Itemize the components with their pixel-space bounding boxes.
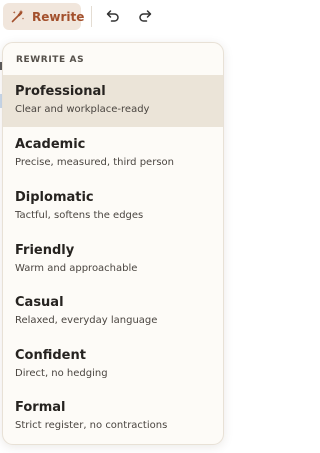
option-casual[interactable]: Casual Relaxed, everyday language [3,286,223,338]
option-academic[interactable]: Academic Precise, measured, third person [3,128,223,180]
option-description: Warm and approachable [15,263,138,274]
toolbar-divider [91,6,92,27]
option-description: Strict register, no contractions [15,420,168,431]
option-title: Formal [15,400,66,415]
redo-icon[interactable] [137,8,153,24]
option-confident[interactable]: Confident Direct, no hedging [3,339,223,391]
option-description: Precise, measured, third person [15,157,174,168]
dropdown-header: REWRITE AS [16,55,85,65]
magic-wand-icon [10,9,25,24]
option-title: Confident [15,348,86,363]
option-title: Diplomatic [15,190,94,205]
option-title: Professional [15,84,106,99]
undo-icon[interactable] [105,8,121,24]
rewrite-button-label: Rewrite [32,9,85,24]
option-description: Relaxed, everyday language [15,315,158,326]
option-title: Casual [15,295,64,310]
rewrite-dropdown: REWRITE AS Professional Clear and workpl… [2,42,224,445]
editor-toolbar: Rewrite [0,0,233,34]
option-title: Friendly [15,243,75,258]
option-description: Direct, no hedging [15,368,108,379]
option-title: Academic [15,137,86,152]
option-formal[interactable]: Formal Strict register, no contractions [3,391,223,443]
option-diplomatic[interactable]: Diplomatic Tactful, softens the edges [3,181,223,233]
option-description: Tactful, softens the edges [15,210,144,221]
rewrite-ui: Rewrite REWRITE AS Professional Clear an… [0,0,233,453]
option-description: Clear and workplace-ready [15,104,150,115]
rewrite-button[interactable]: Rewrite [3,3,85,30]
option-professional[interactable]: Professional Clear and workplace-ready [3,75,223,127]
option-friendly[interactable]: Friendly Warm and approachable [3,234,223,286]
